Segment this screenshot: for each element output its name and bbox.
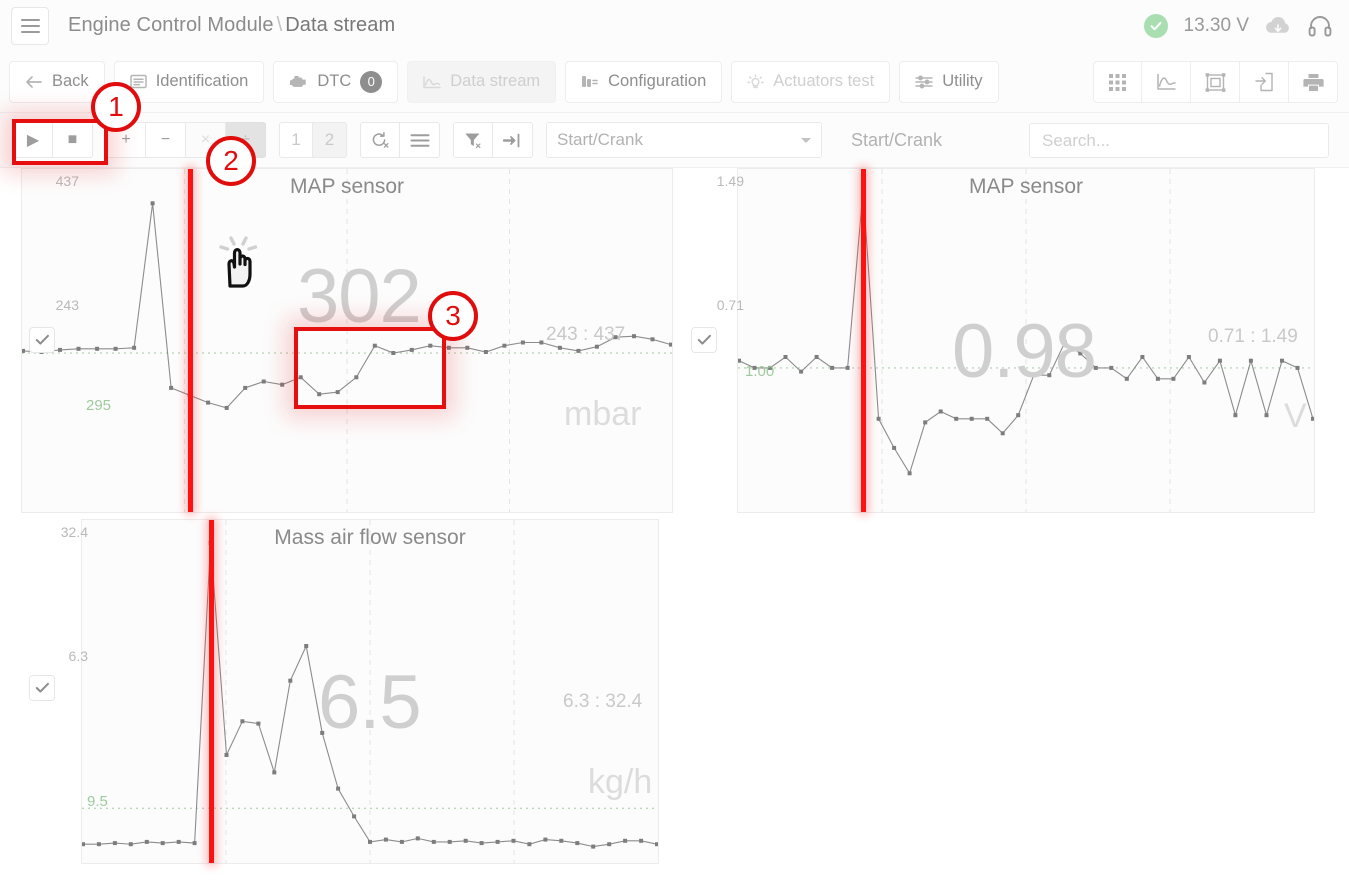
annotation-box-3 bbox=[294, 327, 446, 409]
arrow-left-icon bbox=[25, 75, 43, 89]
headset-icon[interactable] bbox=[1307, 13, 1333, 39]
battery-voltage: 13.30 V bbox=[1183, 14, 1250, 36]
chart-enable-checkbox-1[interactable] bbox=[691, 327, 717, 353]
control-toolbar: ▶ ■ + − × ÷ 1 2 Start/Crank Start/Crank … bbox=[0, 113, 1349, 168]
tab-back[interactable]: Back bbox=[9, 60, 105, 103]
y-axis-tick-max: 32.4 bbox=[60, 524, 88, 540]
annotation-box-1 bbox=[12, 119, 108, 165]
page-controls: 1 2 bbox=[279, 122, 347, 158]
export-file-icon[interactable] bbox=[1240, 61, 1289, 103]
dtc-count-badge: 0 bbox=[360, 70, 383, 93]
page-2-button[interactable]: 2 bbox=[313, 122, 347, 158]
baseline-label: 9.5 bbox=[87, 793, 108, 810]
cursor-line[interactable] bbox=[208, 520, 214, 863]
list-menu-icon[interactable] bbox=[400, 122, 440, 158]
clear-recording-icon[interactable] bbox=[360, 122, 400, 158]
chart-plot-area[interactable] bbox=[82, 520, 658, 863]
filter-controls bbox=[453, 122, 533, 158]
charts-area: MAP sensor 302 243 : 437 mbar 437 243 29… bbox=[0, 168, 1349, 888]
chart-panel-mass-air-flow[interactable]: Mass air flow sensor 6.5 6.3 : 32.4 kg/h… bbox=[61, 519, 659, 864]
chart-plot-area[interactable] bbox=[738, 169, 1314, 512]
bulb-icon bbox=[747, 73, 765, 90]
y-axis-tick-max: 1.49 bbox=[716, 173, 744, 189]
cursor-line[interactable] bbox=[187, 169, 193, 512]
breadcrumb: Engine Control Module \ Data stream bbox=[68, 14, 395, 37]
annotation-marker-1: 1 bbox=[91, 82, 141, 132]
chart-enable-checkbox-2[interactable] bbox=[29, 675, 55, 701]
tab-data-stream[interactable]: Data stream bbox=[407, 60, 557, 103]
tab-actuators-test[interactable]: Actuators test bbox=[731, 60, 891, 103]
chevron-down-icon bbox=[801, 138, 811, 143]
tab-bar: Back Identification DTC 0 Data stream Co… bbox=[0, 51, 1349, 113]
page-1-button[interactable]: 1 bbox=[279, 122, 313, 158]
recording-controls bbox=[360, 122, 440, 158]
grid-view-icon[interactable] bbox=[1093, 61, 1142, 103]
equalizer-icon bbox=[915, 74, 933, 89]
recording-status-label: Start/Crank bbox=[851, 129, 943, 150]
engine-icon bbox=[289, 74, 308, 89]
y-axis-tick-max: 437 bbox=[55, 173, 79, 189]
y-axis-tick-mid: 6.3 bbox=[68, 648, 88, 664]
tab-dtc[interactable]: DTC 0 bbox=[273, 60, 399, 103]
sliders-icon bbox=[581, 74, 599, 89]
document-icon bbox=[129, 74, 147, 89]
cloud-download-icon[interactable] bbox=[1265, 15, 1291, 37]
tab-configuration[interactable]: Configuration bbox=[565, 60, 723, 103]
cursor-line[interactable] bbox=[861, 169, 867, 512]
jump-to-end-icon[interactable] bbox=[493, 122, 533, 158]
app-window: Engine Control Module \ Data stream 13.30 … bbox=[0, 0, 1349, 888]
graph-view-icon[interactable] bbox=[1142, 61, 1191, 103]
tab-utility-label: Utility bbox=[942, 72, 983, 90]
baseline-label: 1.00 bbox=[745, 363, 775, 380]
tab-identification-label: Identification bbox=[155, 72, 249, 90]
view-toolbar bbox=[1093, 61, 1338, 103]
title-bar-right: 13.30 V bbox=[1143, 0, 1334, 51]
tab-configuration-label: Configuration bbox=[608, 72, 707, 90]
chart-enable-checkbox-0[interactable] bbox=[29, 327, 55, 353]
y-axis-tick-mid: 243 bbox=[55, 297, 79, 313]
chart-panel-map-sensor-volt[interactable]: MAP sensor 0.98 0.71 : 1.49 V 1.49 0.71 … bbox=[717, 168, 1315, 513]
breadcrumb-separator: \ bbox=[276, 14, 283, 36]
tab-data-stream-label: Data stream bbox=[450, 72, 541, 90]
tab-back-label: Back bbox=[52, 72, 89, 90]
chart-line-icon bbox=[423, 75, 442, 89]
annotation-marker-3: 3 bbox=[428, 291, 478, 341]
y-axis-tick-mid: 0.71 bbox=[716, 297, 744, 313]
search-input[interactable] bbox=[1042, 130, 1316, 151]
tab-actuators-test-label: Actuators test bbox=[773, 72, 875, 90]
check-circle-icon bbox=[1143, 13, 1168, 38]
zoom-out-button[interactable]: − bbox=[146, 122, 186, 158]
hamburger-icon[interactable] bbox=[11, 6, 49, 45]
filter-clear-icon[interactable] bbox=[453, 122, 493, 158]
breadcrumb-module: Engine Control Module bbox=[68, 14, 274, 36]
search-box[interactable] bbox=[1029, 123, 1329, 158]
data-group-dropdown[interactable]: Start/Crank bbox=[546, 122, 822, 158]
baseline-label: 295 bbox=[86, 397, 112, 414]
annotation-marker-2: 2 bbox=[206, 136, 256, 186]
print-icon[interactable] bbox=[1289, 61, 1338, 103]
breadcrumb-page: Data stream bbox=[285, 14, 396, 36]
tab-utility[interactable]: Utility bbox=[899, 60, 999, 103]
fit-screen-icon[interactable] bbox=[1191, 61, 1240, 103]
title-bar: Engine Control Module \ Data stream 13.30 … bbox=[0, 0, 1349, 51]
tab-dtc-label: DTC bbox=[317, 72, 352, 90]
data-group-dropdown-value: Start/Crank bbox=[557, 130, 643, 149]
